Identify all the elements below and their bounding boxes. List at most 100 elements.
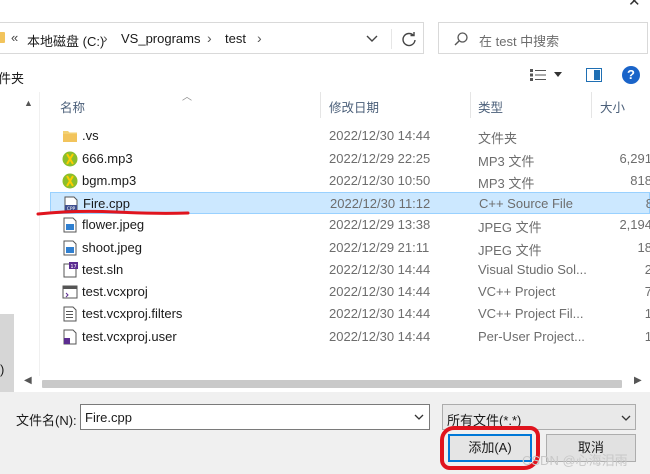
svg-text:17: 17 — [70, 264, 76, 270]
address-row: « 本地磁盘 (C:) › VS_programs › test › 在 tes… — [0, 22, 650, 54]
file-size: 1 — [644, 306, 650, 321]
file-date: 2022/12/30 14:44 — [329, 128, 431, 143]
watermark: CSDN @心海泪雨 — [522, 453, 628, 468]
scroll-left-icon[interactable]: ◀ — [24, 375, 32, 386]
file-size: 2,194 — [619, 217, 650, 232]
sln-file-icon: 17 — [63, 262, 78, 278]
file-type: JPEG 文件 — [478, 220, 542, 235]
dialog-footer: 文件名(N): 所有文件(*.*) 添加(A) 取消 CSDN @心海泪雨 — [0, 392, 650, 474]
caret-down-icon[interactable] — [554, 72, 562, 78]
search-placeholder: 在 test 中搜索 — [479, 34, 560, 49]
close-icon[interactable]: ✕ — [628, 0, 641, 10]
divider — [391, 29, 392, 49]
preview-pane-icon[interactable] — [586, 68, 602, 82]
chevron-down-icon[interactable] — [365, 31, 379, 45]
column-header-size[interactable]: 大小 — [600, 97, 625, 116]
image-file-icon — [63, 240, 77, 256]
file-date: 2022/12/30 14:44 — [329, 329, 431, 344]
file-type: Per-User Project... — [478, 329, 585, 344]
vcxproj-file-icon — [62, 285, 78, 299]
file-size: 6,291 — [619, 151, 650, 166]
file-date: 2022/12/30 14:44 — [329, 284, 431, 299]
column-header-date[interactable]: 修改日期 — [329, 97, 379, 116]
scroll-right-icon[interactable]: ▶ — [634, 375, 642, 386]
refresh-icon[interactable] — [399, 29, 419, 49]
file-row[interactable]: shoot.jpeg 2022/12/29 21:11 JPEG 文件 18 — [50, 237, 650, 259]
column-header-type[interactable]: 类型 — [478, 97, 503, 116]
file-size: 8 — [645, 196, 650, 211]
file-name: test.sln — [82, 262, 124, 277]
file-date: 2022/12/29 22:25 — [329, 151, 431, 166]
file-type: JPEG 文件 — [478, 243, 542, 258]
chevron-right-icon[interactable]: › — [257, 30, 262, 46]
file-list[interactable]: ︿ 名称 修改日期 类型 大小 .vs 2022/12/30 14:44 文件夹… — [40, 92, 650, 392]
chevron-down-icon — [621, 415, 631, 421]
file-name: test.vcxproj — [82, 284, 148, 299]
file-date: 2022/12/30 11:12 — [330, 196, 431, 211]
file-type: VC++ Project Fil... — [478, 306, 584, 321]
column-divider[interactable] — [470, 92, 471, 118]
breadcrumb-drive[interactable]: 本地磁盘 (C:) — [27, 31, 104, 50]
breadcrumb-vs-programs[interactable]: VS_programs — [121, 31, 200, 46]
file-type: Visual Studio Sol... — [478, 262, 587, 277]
file-name: test.vcxproj.user — [82, 329, 177, 344]
view-options-icon[interactable] — [530, 69, 546, 81]
file-name: bgm.mp3 — [82, 173, 137, 188]
file-name: flower.jpeg — [82, 217, 145, 232]
column-header-name[interactable]: 名称 — [60, 97, 85, 116]
filters-file-icon — [63, 306, 77, 322]
file-size: 818 — [630, 173, 650, 188]
audio-file-icon — [62, 173, 78, 189]
file-row[interactable]: .vs 2022/12/30 14:44 文件夹 — [50, 125, 650, 147]
file-date: 2022/12/30 14:44 — [329, 262, 431, 277]
filename-label: 文件名(N): — [16, 413, 77, 428]
file-size: 18 — [637, 240, 650, 255]
file-name: test.vcxproj.filters — [82, 306, 183, 321]
column-divider[interactable] — [320, 92, 321, 118]
address-bar[interactable]: « 本地磁盘 (C:) › VS_programs › test › — [0, 22, 424, 54]
file-name: 666.mp3 — [82, 151, 133, 166]
breadcrumb-overflow-icon[interactable]: « — [11, 30, 18, 45]
horizontal-scrollbar[interactable]: ◀ ▶ — [20, 375, 650, 392]
file-type: MP3 文件 — [478, 154, 535, 169]
audio-file-icon — [62, 151, 78, 167]
breadcrumb-test[interactable]: test — [225, 31, 246, 46]
navigation-pane[interactable]: ▲ ▼ — [0, 92, 40, 464]
file-type: 文件夹 — [478, 131, 518, 146]
file-date: 2022/12/30 14:44 — [329, 306, 431, 321]
chevron-right-icon[interactable]: › — [103, 30, 108, 46]
file-date: 2022/12/29 21:11 — [329, 240, 430, 255]
chevron-right-icon[interactable]: › — [207, 30, 212, 46]
file-row[interactable]: test.vcxproj.user 2022/12/30 14:44 Per-U… — [50, 326, 650, 348]
column-divider[interactable] — [591, 92, 592, 118]
scrollbar-thumb[interactable] — [42, 380, 622, 388]
file-name: .vs — [82, 128, 99, 143]
search-icon — [454, 32, 468, 46]
folder-icon — [63, 131, 77, 142]
list-header: ︿ 名称 修改日期 类型 大小 — [40, 92, 650, 118]
file-date: 2022/12/29 13:38 — [329, 217, 431, 232]
file-date: 2022/12/30 10:50 — [329, 173, 431, 188]
new-folder-button[interactable]: 件夹 — [0, 68, 24, 87]
file-size: 7 — [644, 284, 650, 299]
file-type: C++ Source File — [479, 196, 573, 211]
red-underline-annotation — [36, 209, 190, 216]
image-file-icon — [63, 217, 77, 233]
scroll-up-icon[interactable]: ▲ — [24, 98, 33, 108]
file-row[interactable]: test.vcxproj 2022/12/30 14:44 VC++ Proje… — [50, 281, 650, 303]
chevron-down-icon[interactable] — [414, 413, 424, 421]
file-name: shoot.jpeg — [82, 240, 142, 255]
filename-input[interactable] — [80, 404, 430, 430]
folder-icon — [0, 32, 5, 43]
sort-ascending-icon: ︿ — [182, 92, 192, 103]
file-row[interactable]: test.vcxproj.filters 2022/12/30 14:44 VC… — [50, 303, 650, 325]
help-icon[interactable]: ? — [622, 66, 640, 84]
file-row[interactable]: bgm.mp3 2022/12/30 10:50 MP3 文件 818 — [50, 170, 650, 192]
file-row[interactable]: 666.mp3 2022/12/29 22:25 MP3 文件 6,291 — [50, 148, 650, 170]
user-file-icon — [63, 329, 77, 345]
toolbar: 件夹 ? — [0, 60, 650, 90]
search-box[interactable]: 在 test 中搜索 — [438, 22, 648, 54]
file-size: 2 — [644, 262, 650, 277]
file-row[interactable]: 17 test.sln 2022/12/30 14:44 Visual Stud… — [50, 259, 650, 281]
file-type: MP3 文件 — [478, 176, 535, 191]
